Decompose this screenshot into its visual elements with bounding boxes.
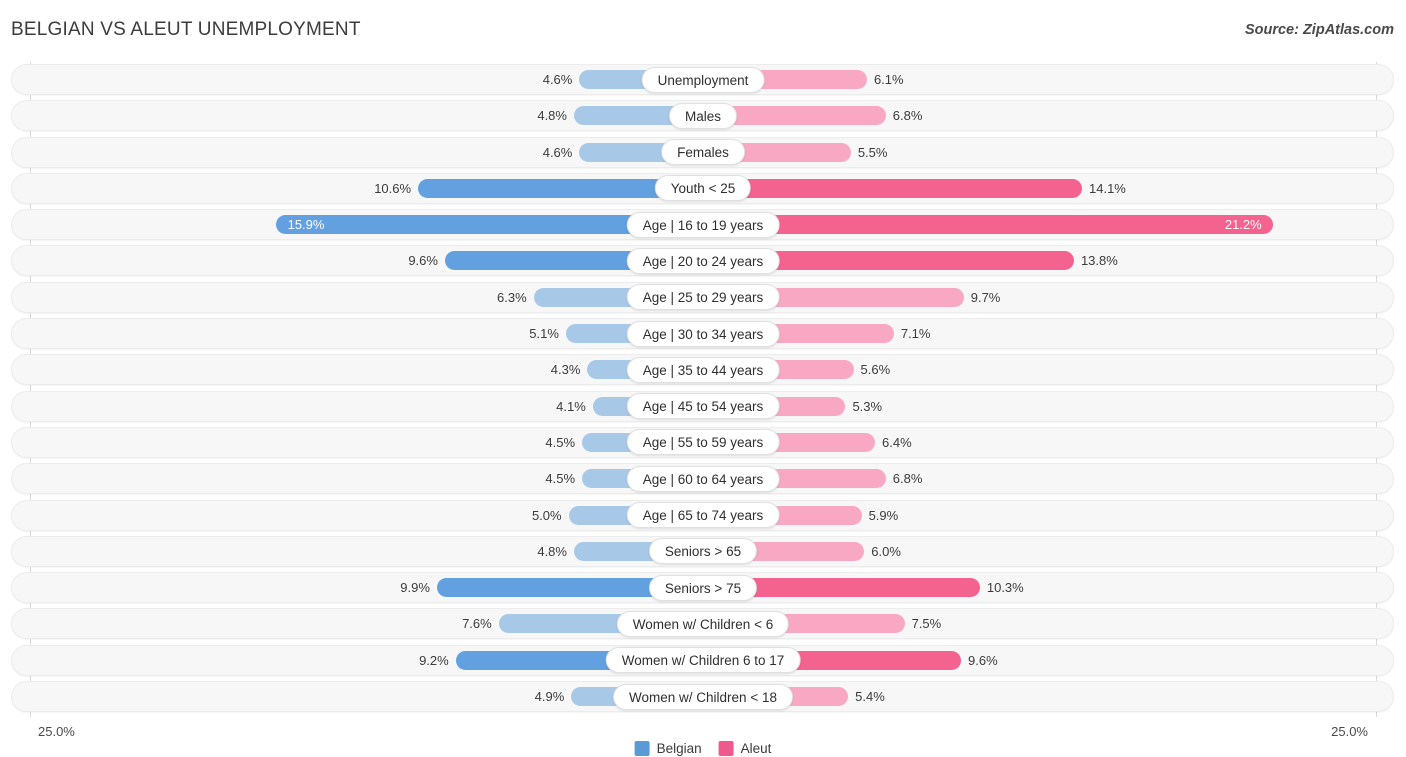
category-label: Age | 20 to 24 years	[626, 247, 780, 274]
value-label-aleut: 10.3%	[986, 580, 1024, 596]
chart-row: 4.8% 6.8% Males	[0, 98, 1406, 134]
category-label: Age | 16 to 19 years	[626, 211, 780, 238]
value-label-aleut: 5.3%	[852, 398, 883, 414]
axis-label-right: 25.0%	[1331, 724, 1368, 739]
value-label-belgian: 5.0%	[531, 507, 562, 523]
value-label-belgian: 9.2%	[419, 652, 449, 668]
chart-row: 4.5% 6.8% Age | 60 to 64 years	[0, 461, 1406, 497]
category-label: Age | 45 to 54 years	[626, 393, 780, 420]
chart-row: 5.0% 5.9% Age | 65 to 74 years	[0, 498, 1406, 534]
category-label: Unemployment	[641, 66, 765, 93]
chart-row: 4.3% 5.6% Age | 35 to 44 years	[0, 352, 1406, 388]
value-label-belgian: 4.5%	[545, 434, 576, 450]
value-label-belgian: 9.6%	[408, 253, 438, 269]
chart-plot-area: 4.6% 6.1% Unemployment 4.8% 6.8% Males 4.6% 5.5…	[0, 62, 1406, 717]
value-label-belgian: 4.8%	[537, 543, 567, 559]
chart-row: 6.3% 9.7% Age | 25 to 29 years	[0, 280, 1406, 316]
bar-aleut	[703, 215, 1273, 235]
category-label: Seniors > 75	[648, 574, 758, 601]
category-label: Age | 65 to 74 years	[626, 502, 780, 529]
chart-row: 4.6% 6.1% Unemployment	[0, 62, 1406, 98]
category-label: Age | 30 to 34 years	[626, 320, 780, 347]
chart-row: 5.1% 7.1% Age | 30 to 34 years	[0, 316, 1406, 352]
value-label-belgian: 4.1%	[556, 398, 586, 414]
value-label-aleut: 5.4%	[855, 689, 885, 705]
chart-row: 4.8% 6.0% Seniors > 65	[0, 534, 1406, 570]
value-label-belgian: 6.3%	[497, 289, 527, 305]
value-label-aleut: 6.0%	[871, 543, 901, 559]
value-label-aleut: 6.8%	[892, 471, 923, 487]
value-label-aleut: 6.8%	[892, 108, 923, 124]
chart-rows: 4.6% 6.1% Unemployment 4.8% 6.8% Males 4.6% 5.5…	[0, 62, 1406, 715]
value-label-belgian: 4.8%	[537, 108, 567, 124]
legend-item[interactable]: Aleut	[718, 741, 772, 756]
value-label-belgian: 4.6%	[542, 144, 573, 160]
chart-row: 7.6% 7.5% Women w/ Children < 6	[0, 606, 1406, 642]
value-label-aleut: 14.1%	[1089, 180, 1126, 196]
value-label-aleut: 7.1%	[900, 326, 931, 342]
chart-row: 10.6% 14.1% Youth < 25	[0, 171, 1406, 207]
chart-row: 9.2% 9.6% Women w/ Children 6 to 17	[0, 643, 1406, 679]
legend-label: Belgian	[656, 741, 702, 756]
value-label-belgian: 7.6%	[462, 616, 492, 632]
legend-swatch-icon	[634, 741, 650, 756]
legend-label: Aleut	[740, 741, 772, 756]
value-label-aleut: 9.7%	[970, 289, 1001, 305]
page-title: BELGIAN VS ALEUT UNEMPLOYMENT	[11, 19, 361, 40]
chart-header: BELGIAN VS ALEUT UNEMPLOYMENT Source: Zi…	[0, 0, 1406, 60]
chart-row: 9.6% 13.8% Age | 20 to 24 years	[0, 243, 1406, 279]
chart-footer: 25.0% 25.0% Belgian Aleut	[0, 718, 1406, 757]
bar-aleut	[703, 178, 1082, 198]
value-label-aleut: 9.6%	[968, 652, 998, 668]
chart-row: 4.5% 6.4% Age | 55 to 59 years	[0, 425, 1406, 461]
value-label-belgian: 4.9%	[534, 689, 565, 705]
value-label-belgian: 4.3%	[550, 362, 581, 378]
category-label: Age | 55 to 59 years	[626, 429, 780, 456]
value-label-aleut: 5.5%	[857, 144, 888, 160]
chart-row: 9.9% 10.3% Seniors > 75	[0, 570, 1406, 606]
value-label-belgian: 4.6%	[542, 72, 573, 87]
legend-item[interactable]: Belgian	[634, 741, 702, 756]
category-label: Women w/ Children 6 to 17	[605, 647, 801, 674]
category-label: Males	[668, 102, 738, 129]
chart-row: 4.6% 5.5% Females	[0, 135, 1406, 171]
value-label-aleut: 5.6%	[860, 362, 891, 378]
axis-label-left: 25.0%	[38, 724, 75, 739]
category-label: Seniors > 65	[648, 538, 758, 565]
value-label-belgian: 5.1%	[529, 326, 559, 342]
value-label-belgian: 4.5%	[545, 471, 576, 487]
chart-row: 4.1% 5.3% Age | 45 to 54 years	[0, 389, 1406, 425]
value-label-aleut: 6.1%	[873, 72, 904, 87]
source-attribution: Source: ZipAtlas.com	[1244, 22, 1394, 38]
value-label-aleut: 5.9%	[868, 507, 899, 523]
category-label: Females	[661, 139, 745, 166]
value-label-aleut: 7.5%	[911, 616, 942, 632]
chart-row: 4.9% 5.4% Women w/ Children < 18	[0, 679, 1406, 715]
category-label: Women w/ Children < 6	[616, 610, 790, 637]
value-label-aleut: 13.8%	[1080, 253, 1118, 269]
category-label: Age | 35 to 44 years	[626, 356, 780, 383]
chart-legend: Belgian Aleut	[634, 741, 772, 756]
category-label: Youth < 25	[654, 175, 752, 202]
value-label-aleut: 21.2%	[1224, 217, 1262, 233]
value-label-belgian: 9.9%	[400, 580, 430, 596]
value-label-aleut: 6.4%	[882, 434, 912, 450]
value-label-belgian: 15.9%	[287, 217, 325, 233]
chart-page: BELGIAN VS ALEUT UNEMPLOYMENT Source: Zi…	[0, 0, 1406, 757]
value-label-belgian: 10.6%	[374, 180, 412, 196]
chart-row: 15.9% 21.2% Age | 16 to 19 years	[0, 207, 1406, 243]
category-label: Age | 60 to 64 years	[626, 465, 780, 492]
legend-swatch-icon	[718, 741, 734, 756]
category-label: Age | 25 to 29 years	[626, 284, 780, 311]
category-label: Women w/ Children < 18	[613, 683, 793, 710]
